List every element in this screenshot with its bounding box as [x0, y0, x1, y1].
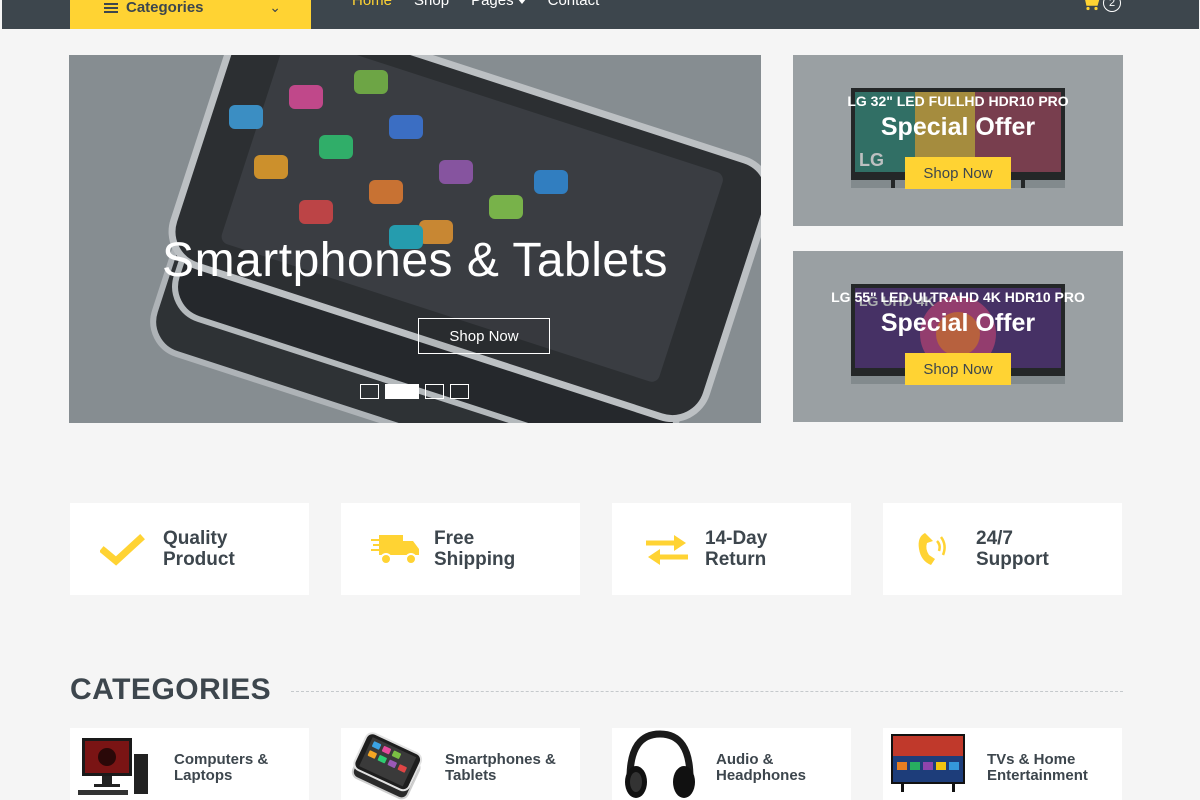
category-card-audio-headphones[interactable]: Audio & Headphones	[612, 728, 851, 800]
shopping-cart-icon	[1085, 0, 1100, 11]
carousel-indicators	[360, 384, 469, 399]
offer-2-shop-now-button[interactable]: Shop Now	[905, 353, 1011, 385]
nav-link-shop[interactable]: Shop	[414, 0, 449, 9]
carousel-indicator-4[interactable]	[450, 384, 469, 399]
category-name-line1: Smartphones &	[445, 751, 556, 768]
feature-24-7-support: 24/7 Support	[883, 503, 1122, 595]
feature-label-line1: 14-Day	[705, 528, 768, 549]
feature-label-line2: Shipping	[434, 549, 516, 570]
category-card-computers-laptops[interactable]: Computers & Laptops	[70, 728, 309, 800]
main-menu: Home Shop Pages Contact	[352, 0, 599, 9]
phone-volume-icon	[918, 533, 946, 565]
feature-text: Quality Product	[163, 528, 293, 570]
computer-image	[78, 738, 148, 795]
category-card-smartphones-tablets[interactable]: Smartphones & Tablets	[341, 728, 580, 800]
category-name: Audio & Headphones	[716, 752, 846, 784]
category-name-line2: Headphones	[716, 767, 807, 784]
feature-free-shipping: Free Shipping	[341, 503, 580, 595]
category-name: TVs & Home Entertainment	[987, 752, 1117, 784]
hero-carousel: Smartphones & Tablets Shop Now	[69, 55, 761, 423]
section-divider	[291, 691, 1123, 692]
truck-icon	[371, 535, 419, 565]
tv-image	[891, 734, 965, 792]
nav-link-pages-label: Pages	[471, 0, 514, 9]
category-name-line1: Audio &	[716, 751, 774, 768]
categories-label-wrap: Categories	[104, 0, 204, 16]
category-name: Smartphones & Tablets	[445, 752, 575, 784]
headphones-image	[625, 730, 695, 798]
nav-link-home[interactable]: Home	[352, 0, 392, 9]
category-name-line2: Entertainment	[987, 767, 1088, 784]
feature-label-line1: 24/7	[976, 528, 1013, 549]
feature-label-line2: Support	[976, 549, 1049, 570]
offer-2-subtitle: LG 55" LED ULTRAHD 4K HDR10 PRO	[831, 289, 1085, 305]
carousel-indicator-1[interactable]	[360, 384, 379, 399]
categories-label: Categories	[126, 0, 204, 16]
category-name-line2: Tablets	[445, 767, 497, 784]
feature-14-day-return: 14-Day Return	[612, 503, 851, 595]
category-name-line1: TVs & Home	[987, 751, 1076, 768]
offer-card-2: LG UHD 4K LG 55" LED ULTRAHD 4K HDR10 PR…	[793, 251, 1123, 422]
bars-icon	[104, 2, 118, 13]
offer-1-subtitle: LG 32" LED FULLHD HDR10 PRO	[847, 93, 1069, 109]
feature-label-line1: Quality	[163, 528, 228, 549]
hero-title: Smartphones & Tablets	[162, 234, 668, 287]
cart-button[interactable]: 2	[1082, 0, 1121, 12]
carousel-indicator-3[interactable]	[425, 384, 444, 399]
category-card-tvs-home-entertainment[interactable]: TVs & Home Entertainment	[883, 728, 1122, 800]
category-name-line2: Laptops	[174, 767, 233, 784]
feature-text: 14-Day Return	[705, 528, 835, 570]
hero-shop-now-button[interactable]: Shop Now	[418, 318, 550, 354]
feature-label-line2: Product	[163, 549, 235, 570]
feature-text: Free Shipping	[434, 528, 564, 570]
offer-1-shop-now-button[interactable]: Shop Now	[905, 157, 1011, 189]
offer-1-title: Special Offer	[880, 113, 1036, 141]
feature-label-line2: Return	[705, 549, 767, 570]
nav-link-contact[interactable]: Contact	[548, 0, 600, 9]
top-navbar: Categories ⌄ Home Shop Pages Contact 2	[2, 0, 1199, 29]
offer-2-title: Special Offer	[880, 309, 1036, 337]
exchange-icon	[646, 535, 688, 565]
feature-quality-product: Quality Product	[70, 503, 309, 595]
category-name: Computers & Laptops	[174, 752, 304, 784]
chevron-down-icon: ⌄	[269, 0, 281, 15]
categories-dropdown-button[interactable]: Categories ⌄	[70, 0, 311, 29]
categories-heading: CATEGORIES	[70, 673, 272, 706]
smartphone-image	[351, 732, 423, 800]
feature-text: 24/7 Support	[976, 528, 1106, 570]
nav-link-pages[interactable]: Pages	[471, 0, 526, 9]
caret-down-icon	[517, 0, 526, 4]
feature-label-line1: Free	[434, 528, 475, 549]
carousel-indicator-2[interactable]	[385, 384, 419, 399]
cart-count-badge: 2	[1103, 0, 1121, 12]
offer-card-1: LG LG 32" LED FULLHD HDR10 PRO Special O…	[793, 55, 1123, 226]
check-icon	[100, 534, 145, 566]
category-name-line1: Computers &	[174, 751, 269, 768]
